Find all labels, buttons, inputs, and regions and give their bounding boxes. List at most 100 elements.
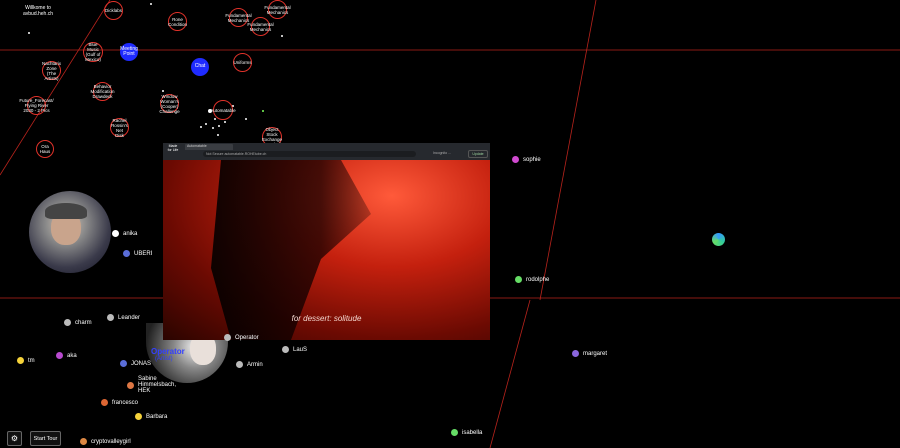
settings-button[interactable]: ⚙ [7, 431, 22, 446]
user-avatar-dot [236, 361, 243, 368]
user-avatar-dot [224, 334, 231, 341]
user-marker[interactable]: rodolphe [515, 276, 549, 283]
user-avatar-dot [135, 413, 142, 420]
room-nachtarix-zone[interactable]: Nachtarix Zone (The Artists) [42, 61, 61, 81]
user-name: tm [28, 357, 35, 364]
user-name: isabella [462, 429, 483, 436]
room-blue-music[interactable]: Blue Music (Gulf of Mexico) [83, 42, 103, 62]
room-rone-condition[interactable]: Rone Condition [168, 12, 187, 31]
webcam-bubble-user[interactable] [29, 191, 111, 273]
operator-name-label: Operator [151, 347, 185, 356]
brand-badge: Made for Life [167, 144, 179, 152]
room-ora-haus[interactable]: Ora Haus [36, 140, 54, 158]
user-marker[interactable]: tm [17, 357, 35, 364]
user-avatar-dot [572, 350, 579, 357]
user-marker[interactable]: UBERI [123, 250, 152, 257]
room-future-forecast[interactable]: Future_Forecast/ Flying River 2030 - 2 P… [19, 96, 54, 115]
user-avatar-dot [451, 429, 458, 436]
star [205, 123, 207, 125]
room-meeting-point[interactable]: Meeting Point [120, 43, 138, 61]
start-tour-button[interactable]: Start Tour [30, 431, 61, 446]
user-name: Leander [118, 314, 141, 321]
user-marker[interactable]: aka [56, 352, 77, 359]
webcam-cap [45, 203, 87, 219]
user-name: Armin [247, 361, 263, 368]
room-fundamental-mechanics-2[interactable]: Fundamental Mechanics [264, 0, 291, 19]
user-name: charm [75, 319, 92, 326]
user-marker[interactable]: cryptovalleygirl [80, 438, 131, 445]
star [28, 32, 30, 34]
address-bar[interactable]: Not Secure automatable.ROHEtube.ch [203, 151, 416, 157]
user-marker[interactable]: Sabine Himmelsbach, HEK [127, 376, 176, 394]
user-name: Operator [235, 334, 259, 341]
star [245, 118, 247, 120]
user-marker[interactable]: isabella [451, 429, 482, 436]
user-name: JONAS [131, 360, 152, 367]
room-fundamental-mechanics-3[interactable]: Fundamental Mechanics [247, 17, 274, 36]
user-avatar-dot [107, 314, 114, 321]
user-marker[interactable]: sophie [512, 156, 541, 163]
user-name: anika [123, 230, 138, 237]
star [217, 134, 219, 136]
star [224, 121, 226, 123]
world-globe-icon[interactable] [712, 233, 725, 246]
star [281, 35, 283, 37]
room-uniforms[interactable]: Uniforms [233, 53, 252, 72]
user-avatar-dot [64, 319, 71, 326]
room-automatable[interactable]: Automatable [210, 100, 236, 120]
user-marker[interactable]: Armin [236, 361, 263, 368]
star [212, 127, 214, 129]
user-name: cryptovalleygirl [91, 438, 131, 445]
room-window-woman[interactable]: Window Woman's (Cooper) Challenge [159, 94, 179, 114]
star [200, 126, 202, 128]
operator-sub-label: (Artist) [155, 356, 173, 362]
star [214, 118, 216, 120]
room-chat[interactable]: Chat [191, 58, 209, 76]
update-button[interactable]: Update [468, 150, 488, 158]
user-marker[interactable]: Leander [107, 314, 140, 321]
user-marker[interactable]: charm [64, 319, 92, 326]
user-marker[interactable]: Barbara [135, 413, 167, 420]
user-name: francesco [112, 399, 139, 406]
user-avatar-dot [282, 346, 289, 353]
gear-icon: ⚙ [10, 434, 19, 443]
welcome-label[interactable]: Willkome to avbud.heh.ch [18, 5, 58, 17]
star [262, 110, 264, 112]
user-marker[interactable]: Operator [224, 334, 259, 341]
browser-tab[interactable]: Automatable [185, 144, 233, 150]
room-dicklabs[interactable]: Dicklabs [104, 1, 123, 20]
user-name: UBERI [134, 250, 153, 257]
user-name: rodolphe [526, 276, 550, 283]
user-avatar-dot [17, 357, 24, 364]
user-marker[interactable]: francesco [101, 399, 138, 406]
user-avatar-dot [123, 250, 130, 257]
room-fundamental-mechanics-1[interactable]: Fundamental Mechanics [225, 8, 252, 27]
user-name: Barbara [146, 413, 168, 420]
user-avatar-dot [515, 276, 522, 283]
video-frame[interactable]: for dessert: solitude [163, 160, 490, 340]
user-avatar-dot [127, 381, 134, 389]
user-marker[interactable]: JONAS [120, 360, 151, 367]
user-marker[interactable]: margaret [572, 350, 607, 357]
user-marker[interactable]: anika [112, 230, 137, 237]
user-avatar-dot [512, 156, 519, 163]
user-avatar-dot [112, 230, 119, 237]
user-avatar-dot [120, 360, 127, 367]
user-name: margaret [583, 350, 608, 357]
user-name: Sabine Himmelsbach, HEK [138, 376, 177, 394]
incognito-label: Incognito ... [433, 151, 452, 155]
user-marker[interactable]: LauS [282, 346, 307, 353]
browser-toolbar: Made for Life Automatable Not Secure aut… [163, 143, 490, 160]
user-avatar-dot [56, 352, 63, 359]
user-avatar-dot [80, 438, 87, 445]
star [150, 3, 152, 5]
video-window[interactable]: Made for Life Automatable Not Secure aut… [163, 143, 490, 340]
star [218, 125, 220, 127]
user-name: aka [67, 352, 77, 359]
room-rachel-rossin[interactable]: Rachel Rossin's Net Disk [110, 118, 129, 138]
video-caption: for dessert: solitude [291, 314, 362, 323]
shadow-figure [211, 160, 371, 340]
user-name: sophie [523, 156, 541, 163]
room-behavior-modification[interactable]: Behavior Modification Drawdeck [91, 82, 115, 101]
star [162, 90, 164, 92]
